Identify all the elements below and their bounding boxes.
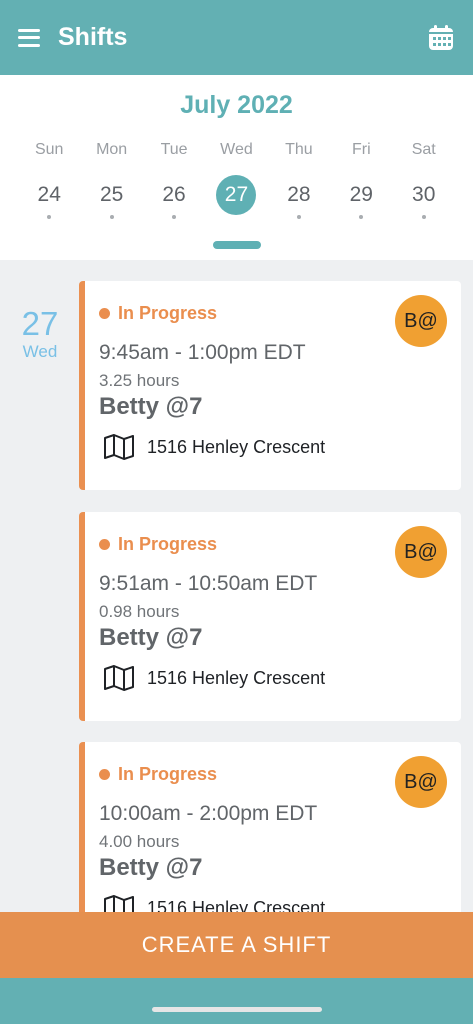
day-wed[interactable]: Wed 27 bbox=[205, 141, 267, 219]
avatar: B@ bbox=[395, 526, 447, 578]
event-dot bbox=[172, 215, 177, 219]
client-name: Betty @7 bbox=[99, 854, 203, 881]
shift-list[interactable]: 27 Wed In Progress B@ 9:45am - 1:00pm ED… bbox=[0, 260, 473, 912]
shift-hours: 3.25 hours bbox=[99, 371, 180, 390]
day-name: Thu bbox=[285, 141, 313, 158]
day-number: 26 bbox=[162, 183, 186, 206]
map-icon bbox=[104, 434, 134, 460]
avatar: B@ bbox=[395, 756, 447, 808]
map-icon bbox=[104, 895, 134, 912]
status-dot bbox=[99, 769, 110, 780]
day-thu[interactable]: Thu 28 bbox=[268, 141, 330, 219]
bottom-bar bbox=[0, 978, 473, 1024]
day-name: Sat bbox=[411, 141, 436, 158]
shift-time: 9:51am - 10:50am EDT bbox=[99, 572, 318, 595]
address-row: 1516 Henley Crescent bbox=[103, 894, 325, 912]
event-dot bbox=[109, 215, 114, 219]
menu-icon[interactable] bbox=[18, 28, 40, 47]
shift-card[interactable]: In Progress B@ 10:00am - 2:00pm EDT 4.00… bbox=[79, 742, 461, 912]
date-weekday: Wed bbox=[22, 342, 58, 361]
shift-hours: 4.00 hours bbox=[99, 832, 180, 851]
selected-day-circle: 27 bbox=[216, 175, 257, 215]
client-name: Betty @7 bbox=[99, 393, 203, 420]
day-mon[interactable]: Mon 25 bbox=[80, 141, 142, 219]
map-icon bbox=[104, 665, 134, 691]
status-dot bbox=[99, 308, 110, 319]
day-number: 29 bbox=[349, 183, 373, 206]
event-dot bbox=[359, 215, 364, 219]
event-dot bbox=[421, 215, 426, 219]
month-title[interactable]: July 2022 bbox=[0, 91, 473, 120]
address: 1516 Henley Crescent bbox=[147, 667, 326, 688]
event-dot bbox=[47, 215, 52, 219]
page-title: Shifts bbox=[58, 23, 128, 51]
day-number: 30 bbox=[412, 183, 436, 206]
day-fri[interactable]: Fri 29 bbox=[330, 141, 392, 219]
status-text: In Progress bbox=[118, 534, 218, 554]
day-sun[interactable]: Sun 24 bbox=[18, 141, 80, 219]
day-number: 27 bbox=[224, 183, 249, 206]
address: 1516 Henley Crescent bbox=[147, 436, 326, 457]
home-indicator[interactable] bbox=[152, 1007, 322, 1012]
day-name: Tue bbox=[160, 141, 188, 158]
client-name: Betty @7 bbox=[99, 624, 203, 651]
day-number: 24 bbox=[37, 183, 61, 206]
day-number: 28 bbox=[287, 183, 311, 206]
avatar: B@ bbox=[395, 295, 447, 347]
day-name: Fri bbox=[351, 141, 371, 158]
status-badge: In Progress bbox=[99, 303, 217, 324]
day-tue[interactable]: Tue 26 bbox=[143, 141, 205, 219]
week-calendar: July 2022 Sun 24 Mon 25 Tue 26 Wed 27 Th… bbox=[0, 75, 473, 260]
address-row: 1516 Henley Crescent bbox=[103, 664, 325, 692]
status-badge: In Progress bbox=[99, 764, 217, 785]
day-name: Wed bbox=[220, 141, 253, 158]
status-text: In Progress bbox=[118, 303, 218, 323]
day-number: 25 bbox=[99, 183, 124, 206]
status-dot bbox=[99, 539, 110, 550]
date-label: 27 Wed bbox=[18, 306, 62, 362]
status-text: In Progress bbox=[118, 764, 218, 784]
shift-card[interactable]: In Progress B@ 9:45am - 1:00pm EDT 3.25 … bbox=[79, 281, 461, 490]
address: 1516 Henley Crescent bbox=[147, 897, 326, 913]
day-name: Mon bbox=[96, 141, 128, 158]
day-sat[interactable]: Sat 30 bbox=[393, 141, 455, 219]
app-bar: Shifts bbox=[0, 0, 473, 75]
shift-time: 10:00am - 2:00pm EDT bbox=[99, 802, 318, 825]
address-row: 1516 Henley Crescent bbox=[103, 433, 325, 461]
event-dot bbox=[296, 215, 301, 219]
shift-hours: 0.98 hours bbox=[99, 602, 180, 621]
create-shift-button[interactable]: CREATE A SHIFT bbox=[0, 912, 473, 978]
shift-time: 9:45am - 1:00pm EDT bbox=[99, 341, 306, 364]
status-badge: In Progress bbox=[99, 534, 217, 555]
calendar-icon[interactable] bbox=[427, 24, 455, 52]
shift-card[interactable]: In Progress B@ 9:51am - 10:50am EDT 0.98… bbox=[79, 512, 461, 721]
date-number: 27 bbox=[21, 305, 59, 342]
day-name: Sun bbox=[34, 141, 64, 158]
calendar-drag-handle[interactable] bbox=[213, 241, 261, 249]
week-strip: Sun 24 Mon 25 Tue 26 Wed 27 Thu 28 Fri 2… bbox=[18, 141, 455, 219]
